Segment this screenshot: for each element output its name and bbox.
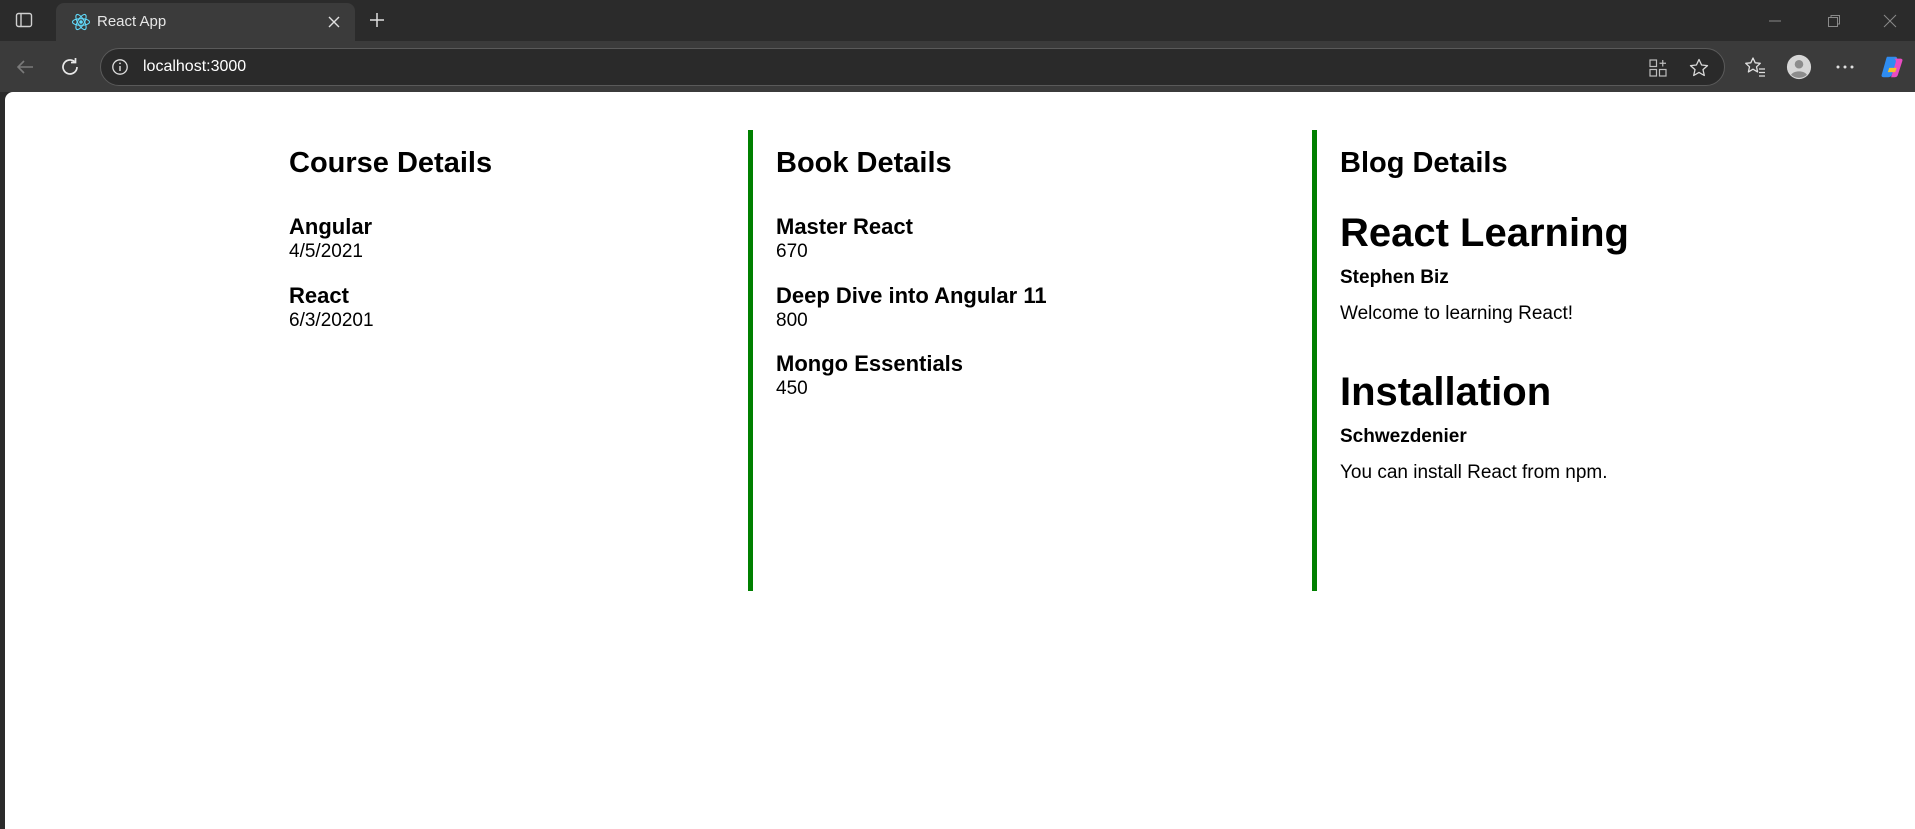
blog-content: Welcome to learning React! (1340, 303, 1574, 324)
sidebar-toggle-icon[interactable] (14, 10, 34, 30)
plus-icon[interactable] (366, 9, 388, 31)
course-date: 4/5/2021 (289, 241, 363, 262)
course-name: Angular (289, 214, 373, 239)
blog-details-heading: Blog Details (1340, 147, 1508, 179)
browser-tab[interactable]: React App (56, 3, 355, 41)
profile-icon[interactable] (1786, 54, 1812, 80)
course-item: React 6/3/20201 (289, 283, 749, 333)
restore-icon[interactable] (1824, 11, 1844, 31)
course-name: React (289, 283, 349, 308)
ellipsis-icon[interactable] (1832, 54, 1858, 80)
course-item: Angular 4/5/2021 (289, 214, 749, 264)
window-close-icon[interactable] (1880, 11, 1900, 31)
page-viewport: Course Details Angular 4/5/2021 React 6/… (5, 92, 1915, 829)
blog-post: React Learning Stephen Biz Welcome to le… (1340, 210, 1732, 326)
blog-title: React Learning (1340, 211, 1629, 255)
blog-author: Schwezdenier (1340, 426, 1467, 447)
book-price: 450 (776, 378, 808, 399)
address-bar[interactable]: localhost:3000 (100, 48, 1725, 86)
book-details-section: Book Details Master React 670 Deep Dive … (748, 130, 1313, 591)
blog-post: Installation Schwezdenier You can instal… (1340, 369, 1732, 485)
copilot-icon[interactable] (1879, 54, 1905, 80)
reload-icon[interactable] (57, 54, 83, 80)
book-name: Mongo Essentials (776, 351, 964, 376)
info-icon[interactable] (111, 58, 129, 76)
course-details-heading: Course Details (289, 147, 493, 179)
react-logo-icon (71, 12, 91, 32)
blog-details-section: Blog Details React Learning Stephen Biz … (1312, 130, 1732, 591)
book-price: 800 (776, 310, 808, 331)
course-date: 6/3/20201 (289, 310, 374, 331)
arrow-left-icon[interactable] (12, 54, 38, 80)
close-icon[interactable] (324, 12, 344, 32)
course-details-section: Course Details Angular 4/5/2021 React 6/… (289, 130, 749, 333)
book-details-heading: Book Details (776, 147, 952, 179)
book-item: Deep Dive into Angular 11 800 (776, 283, 1313, 333)
blog-title: Installation (1340, 370, 1552, 414)
tab-title: React App (97, 13, 167, 30)
book-name: Deep Dive into Angular 11 (776, 283, 1047, 308)
book-item: Master React 670 (776, 214, 1313, 264)
favorites-icon[interactable] (1742, 54, 1768, 80)
minimize-icon[interactable] (1765, 11, 1785, 31)
book-price: 670 (776, 241, 808, 262)
book-item: Mongo Essentials 450 (776, 351, 1313, 401)
book-name: Master React (776, 214, 913, 239)
url-text[interactable]: localhost:3000 (143, 58, 246, 76)
blog-content: You can install React from npm. (1340, 462, 1608, 483)
grid-plus-icon[interactable] (1647, 57, 1669, 79)
browser-titlebar: React App (0, 0, 1915, 41)
blog-author: Stephen Biz (1340, 267, 1449, 288)
star-icon[interactable] (1688, 57, 1710, 79)
browser-toolbar: localhost:3000 (0, 41, 1915, 92)
